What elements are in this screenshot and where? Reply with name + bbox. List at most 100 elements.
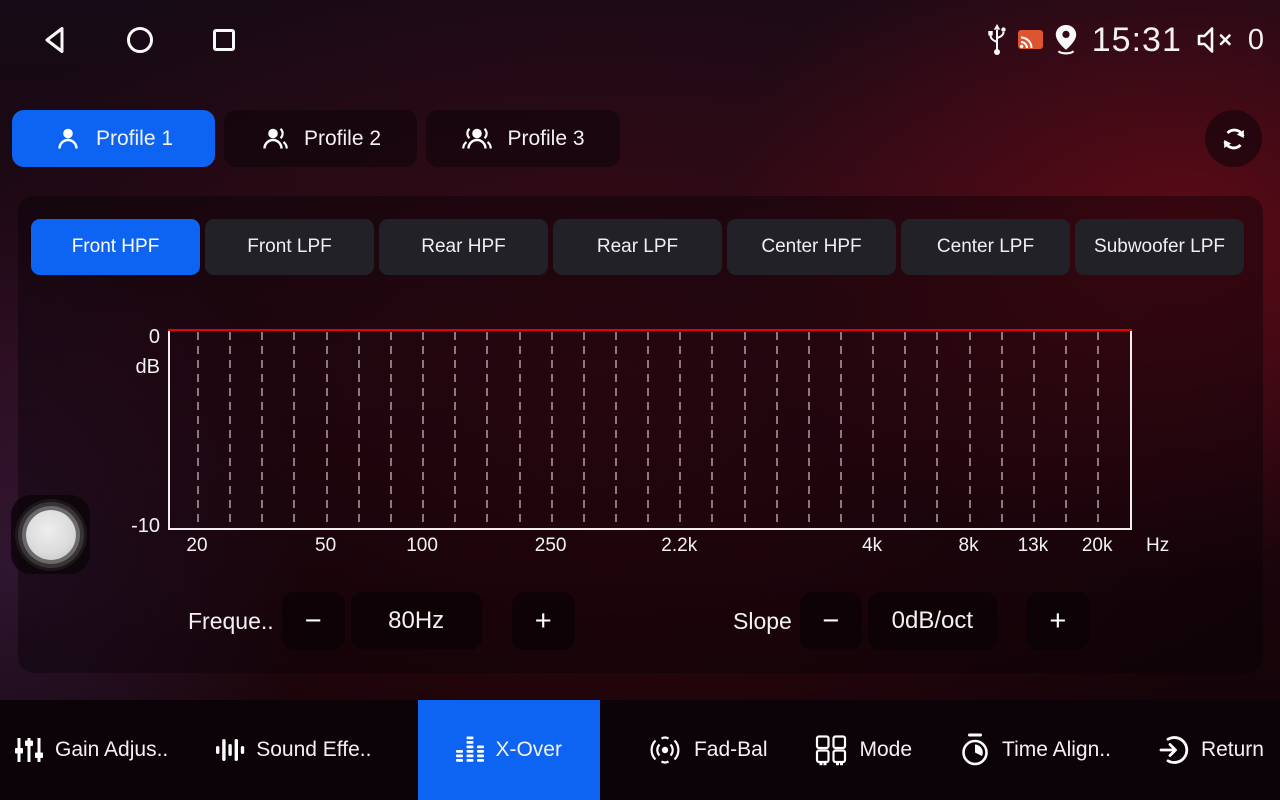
x-tick-label: 50 xyxy=(315,535,336,557)
nav-fad-bal[interactable]: Fad-Bal xyxy=(647,700,768,800)
nav-time-align[interactable]: Time Align.. xyxy=(959,700,1111,800)
x-tick-label: 250 xyxy=(535,535,567,557)
y-axis-max: 0 xyxy=(149,326,160,349)
nav-label: Mode xyxy=(859,738,912,762)
gridline xyxy=(486,332,488,526)
gridline xyxy=(1065,332,1067,526)
nav-label: Gain Adjus.. xyxy=(55,738,168,762)
gridline xyxy=(872,332,874,526)
nav-sound-effects[interactable]: Sound Effe.. xyxy=(215,700,371,800)
gridline xyxy=(744,332,746,526)
status-indicators: 15:31 0 xyxy=(986,0,1264,80)
fader-balance-icon xyxy=(647,735,683,765)
clock: 15:31 xyxy=(1092,21,1182,60)
slope-label: Slope xyxy=(733,608,792,635)
profile-1-button[interactable]: Profile 1 xyxy=(12,110,215,167)
nav-gain-adjust[interactable]: Gain Adjus.. xyxy=(14,700,168,800)
gridline xyxy=(647,332,649,526)
gridline xyxy=(1001,332,1003,526)
frequency-control: Freque.. − 80Hz + xyxy=(188,592,575,650)
floating-knob-widget[interactable] xyxy=(11,495,90,574)
x-tick-label: 8k xyxy=(959,535,979,557)
profile-tabs: Profile 1 Profile 2 xyxy=(12,110,620,167)
tab-center-lpf[interactable]: Center LPF xyxy=(901,219,1070,275)
response-curve xyxy=(168,329,1132,331)
gridline xyxy=(326,332,328,526)
frequency-plus-button[interactable]: + xyxy=(512,592,575,650)
profile-2-button[interactable]: Profile 2 xyxy=(224,110,417,167)
gridline xyxy=(454,332,456,526)
sound-effects-icon xyxy=(215,735,245,765)
back-icon[interactable] xyxy=(40,24,72,56)
profile-label: Profile 2 xyxy=(304,127,381,151)
frequency-value: 80Hz xyxy=(351,592,482,650)
gridline xyxy=(969,332,971,526)
tab-front-hpf[interactable]: Front HPF xyxy=(31,219,200,275)
gridline xyxy=(551,332,553,526)
gridline xyxy=(776,332,778,526)
gridline xyxy=(615,332,617,526)
users-two-icon xyxy=(260,125,290,153)
gridline xyxy=(197,332,199,526)
nav-label: Time Align.. xyxy=(1002,738,1111,762)
sync-icon xyxy=(1218,123,1250,155)
gridline xyxy=(1033,332,1035,526)
x-tick-label: 13k xyxy=(1018,535,1049,557)
user-icon xyxy=(54,125,82,153)
slope-plus-button[interactable]: + xyxy=(1027,592,1089,650)
nav-x-over[interactable]: X-Over xyxy=(418,700,600,800)
gridline xyxy=(679,332,681,526)
car-audio-xover-screen: 15:31 0 Profile 1 xyxy=(0,0,1280,800)
gridline xyxy=(840,332,842,526)
gridline xyxy=(808,332,810,526)
gridline xyxy=(583,332,585,526)
gridline xyxy=(293,332,295,526)
volume-muted-icon[interactable] xyxy=(1195,24,1237,56)
tab-subwoofer-lpf[interactable]: Subwoofer LPF xyxy=(1075,219,1244,275)
gridline xyxy=(1097,332,1099,526)
tab-center-hpf[interactable]: Center HPF xyxy=(727,219,896,275)
nav-label: Return xyxy=(1201,738,1264,762)
slope-minus-button[interactable]: − xyxy=(800,592,862,650)
gridline xyxy=(229,332,231,526)
status-bar: 15:31 0 xyxy=(0,0,1280,80)
nav-label: Fad-Bal xyxy=(694,738,768,762)
channel-filter-tabs: Front HPF Front LPF Rear HPF Rear LPF Ce… xyxy=(31,219,1244,275)
knob-circle xyxy=(26,510,76,560)
gridline xyxy=(711,332,713,526)
return-icon xyxy=(1158,734,1190,766)
frequency-minus-button[interactable]: − xyxy=(282,592,345,650)
gridline xyxy=(519,332,521,526)
nav-mode[interactable]: Mode xyxy=(814,700,912,800)
crossover-eq-icon xyxy=(456,735,484,765)
xover-panel: Front HPF Front LPF Rear HPF Rear LPF Ce… xyxy=(18,196,1263,673)
profile-3-button[interactable]: Profile 3 xyxy=(426,110,620,167)
gridline xyxy=(904,332,906,526)
tab-front-lpf[interactable]: Front LPF xyxy=(205,219,374,275)
volume-level: 0 xyxy=(1248,24,1264,57)
cast-icon xyxy=(1017,29,1044,51)
y-axis-min: -10 xyxy=(131,515,160,538)
nav-return[interactable]: Return xyxy=(1158,700,1264,800)
y-axis-unit: dB xyxy=(136,356,160,379)
profile-label: Profile 3 xyxy=(507,127,584,151)
location-icon xyxy=(1053,24,1079,56)
android-nav-keys xyxy=(40,22,240,58)
frequency-response-chart: 0 dB -10 20501002502.2k4k8k13k20k Hz xyxy=(168,329,1132,530)
recents-icon[interactable] xyxy=(208,24,240,56)
usb-icon xyxy=(986,23,1008,57)
home-icon[interactable] xyxy=(124,24,156,56)
gridline xyxy=(358,332,360,526)
tab-rear-hpf[interactable]: Rear HPF xyxy=(379,219,548,275)
slope-value: 0dB/oct xyxy=(868,592,997,650)
tab-rear-lpf[interactable]: Rear LPF xyxy=(553,219,722,275)
nav-label: X-Over xyxy=(495,738,562,762)
nav-label: Sound Effe.. xyxy=(256,738,371,762)
x-tick-label: 2.2k xyxy=(661,535,697,557)
x-tick-label: 4k xyxy=(862,535,882,557)
reset-profile-button[interactable] xyxy=(1205,110,1262,167)
x-axis-unit: Hz xyxy=(1146,535,1169,557)
mode-speakers-icon xyxy=(814,734,848,766)
slope-control: Slope − 0dB/oct + xyxy=(733,592,1089,650)
gridline xyxy=(422,332,424,526)
